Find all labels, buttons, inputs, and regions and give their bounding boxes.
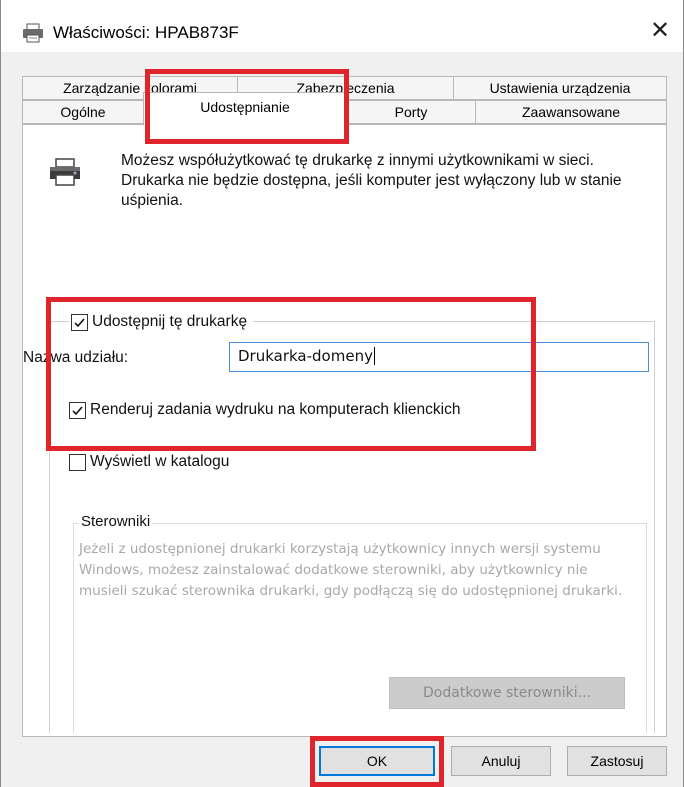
tab-general[interactable]: Ogólne — [22, 100, 144, 124]
list-in-directory-label: Wyświetl w katalogu — [90, 453, 230, 470]
share-printer-label: Udostępnij tę drukarkę — [92, 313, 248, 330]
title-bar: Właściwości: HPAB873F ✕ — [1, 0, 683, 52]
share-name-label: Nazwa udziału: — [23, 349, 129, 366]
printer-icon — [50, 158, 80, 186]
ok-button[interactable]: OK — [319, 746, 435, 776]
tab-advanced[interactable]: Zaawansowane — [475, 100, 667, 124]
tab-device-settings[interactable]: Ustawienia urządzenia — [453, 76, 667, 100]
printer-properties-dialog: Właściwości: HPAB873F ✕ Zarządzanie kolo… — [0, 0, 684, 787]
share-printer-checkbox[interactable]: Udostępnij tę drukarkę — [69, 313, 254, 331]
text-cursor: ​ — [373, 347, 375, 365]
additional-drivers-button: Dodatkowe sterowniki... — [389, 677, 625, 709]
render-jobs-checkbox[interactable]: Renderuj zadania wydruku na komputerach … — [69, 401, 460, 419]
render-jobs-label: Renderuj zadania wydruku na komputerach … — [90, 401, 461, 418]
checkbox-checked-icon — [71, 313, 88, 331]
sharing-panel: Możesz współużytkować tę drukarkę z inny… — [22, 124, 667, 737]
checkbox-unchecked-icon — [69, 453, 86, 471]
tab-ports[interactable]: Porty — [346, 100, 476, 124]
window-title: Właściwości: HPAB873F — [53, 23, 239, 42]
list-in-directory-checkbox[interactable]: Wyświetl w katalogu — [69, 453, 229, 471]
tab-sharing[interactable]: Udostępnianie — [143, 92, 347, 126]
drivers-legend: Sterowniki — [79, 513, 153, 530]
share-name-input[interactable]: Drukarka-domeny​ — [229, 342, 649, 372]
drivers-description: Jeżeli z udostępnionej drukarki korzysta… — [79, 541, 623, 599]
checkbox-checked-icon — [69, 401, 86, 419]
printer-icon — [23, 23, 43, 43]
apply-button[interactable]: Zastosuj — [567, 746, 667, 776]
cancel-button[interactable]: Anuluj — [451, 746, 551, 776]
sharing-description: Możesz współużytkować tę drukarkę z inny… — [121, 152, 622, 209]
close-icon[interactable]: ✕ — [637, 10, 683, 52]
